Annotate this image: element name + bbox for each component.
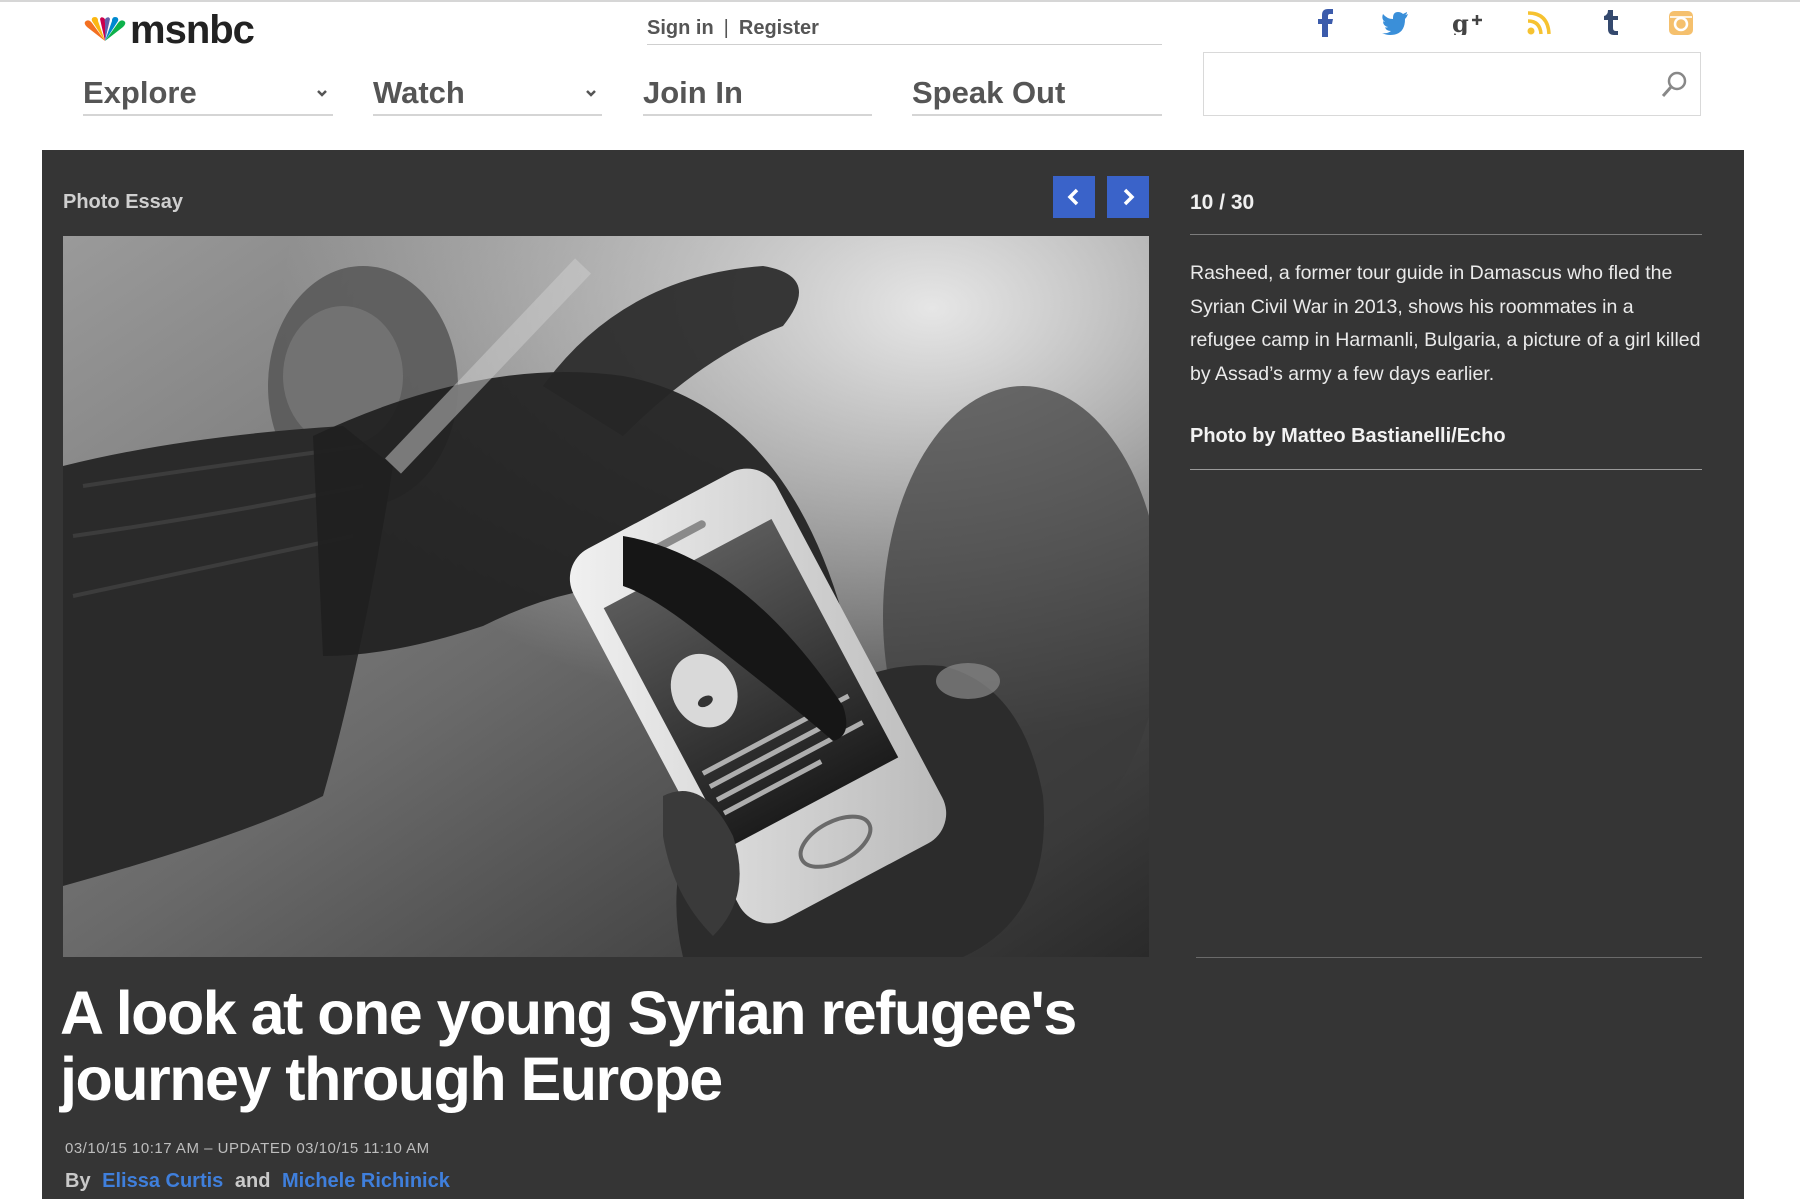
msnbc-logo[interactable]: msnbc	[83, 8, 255, 52]
register-link[interactable]: Register	[739, 17, 819, 40]
search-input[interactable]	[1204, 53, 1658, 117]
search-icon[interactable]	[1658, 69, 1690, 101]
previous-slide-button[interactable]	[1053, 176, 1095, 218]
byline-conjunction: and	[234, 1170, 271, 1192]
auth-separator: |	[723, 16, 729, 39]
divider	[1190, 469, 1702, 470]
chevron-right-icon	[1123, 188, 1135, 206]
google-plus-icon[interactable]: g	[1452, 8, 1482, 38]
photo-credit: Photo by Matteo Bastianelli/Echo	[1190, 425, 1506, 447]
nav-speak-out-label: Speak Out	[912, 75, 1066, 110]
nav-speak-out[interactable]: Speak Out	[912, 72, 1162, 116]
author-link[interactable]: Elissa Curtis	[102, 1170, 223, 1192]
nav-explore[interactable]: Explore	[83, 72, 333, 116]
chevron-down-icon	[586, 90, 596, 97]
sign-in-link[interactable]: Sign in	[647, 17, 714, 40]
instagram-icon[interactable]	[1666, 8, 1696, 38]
byline: By Elissa Curtis and Michele Richinick	[65, 1170, 456, 1193]
next-slide-button[interactable]	[1107, 176, 1149, 218]
article-headline: A look at one young Syrian refugee's jou…	[60, 979, 1077, 1113]
article-timestamp: 03/10/15 10:17 AM – UPDATED 03/10/15 11:…	[65, 1140, 430, 1157]
nav-join-in[interactable]: Join In	[643, 72, 872, 116]
chevron-down-icon	[317, 90, 327, 97]
section-kicker: Photo Essay	[63, 191, 184, 213]
byline-prefix: By	[65, 1170, 91, 1192]
divider	[1190, 234, 1702, 235]
social-links: g	[1310, 8, 1710, 40]
facebook-icon[interactable]	[1310, 8, 1340, 38]
slide-caption: Rasheed, a former tour guide in Damascus…	[1190, 262, 1701, 385]
nav-watch[interactable]: Watch	[373, 72, 602, 116]
slide-counter: 10 / 30	[1190, 191, 1255, 214]
twitter-icon[interactable]	[1380, 8, 1410, 38]
logo-wordmark: msnbc	[130, 8, 255, 52]
account-links: Sign in | Register	[647, 12, 1162, 45]
divider	[1196, 957, 1702, 958]
nav-explore-label: Explore	[83, 75, 197, 110]
chevron-left-icon	[1067, 188, 1079, 206]
top-border	[0, 0, 1800, 2]
search-box[interactable]	[1203, 52, 1701, 117]
peacock-icon	[84, 17, 126, 41]
nav-join-in-label: Join In	[643, 75, 743, 110]
nav-watch-label: Watch	[373, 75, 465, 110]
slide-photo	[63, 236, 1149, 957]
svg-text:g: g	[1452, 11, 1469, 35]
refugee-phone-photo	[63, 236, 1149, 957]
rss-icon[interactable]	[1524, 8, 1554, 38]
author-link[interactable]: Michele Richinick	[282, 1170, 450, 1192]
tumblr-icon[interactable]	[1596, 8, 1626, 38]
